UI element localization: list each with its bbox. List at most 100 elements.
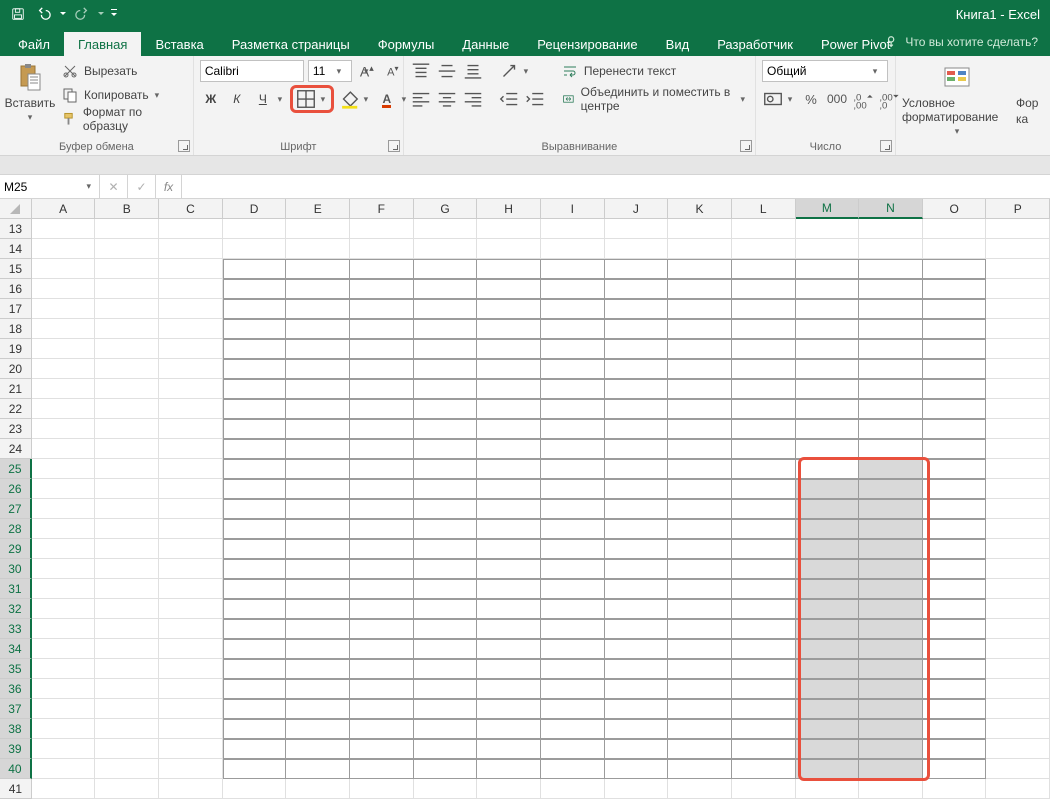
row-header[interactable]: 26 [0, 479, 32, 499]
cell[interactable] [796, 699, 860, 719]
cell[interactable] [477, 559, 541, 579]
cell[interactable] [414, 679, 478, 699]
cell[interactable] [223, 639, 287, 659]
cell[interactable] [286, 259, 350, 279]
chevron-down-icon[interactable]: ▾ [317, 94, 329, 105]
spreadsheet-grid[interactable]: ABCDEFGHIJKLMNOP 13141516171819202122232… [0, 199, 1050, 799]
cell[interactable] [286, 519, 350, 539]
cell[interactable] [95, 479, 159, 499]
cell[interactable] [668, 399, 732, 419]
cell[interactable] [796, 599, 860, 619]
cell[interactable] [605, 639, 669, 659]
row-header[interactable]: 24 [0, 439, 32, 459]
cell[interactable] [95, 559, 159, 579]
cell[interactable] [541, 319, 605, 339]
cell[interactable] [414, 519, 478, 539]
cell[interactable] [32, 419, 96, 439]
cell[interactable] [796, 479, 860, 499]
cell[interactable] [986, 659, 1050, 679]
cell[interactable] [732, 339, 796, 359]
cell[interactable] [414, 499, 478, 519]
cell[interactable] [796, 499, 860, 519]
row-header[interactable]: 21 [0, 379, 32, 399]
cell[interactable] [796, 419, 860, 439]
cell[interactable] [859, 519, 923, 539]
cell[interactable] [286, 659, 350, 679]
row-header[interactable]: 31 [0, 579, 32, 599]
cell[interactable] [350, 619, 414, 639]
cell[interactable] [541, 439, 605, 459]
cell[interactable] [605, 699, 669, 719]
cell[interactable] [732, 499, 796, 519]
cell[interactable] [286, 639, 350, 659]
cell[interactable] [859, 479, 923, 499]
cell[interactable] [668, 219, 732, 239]
paste-button[interactable]: Вставить ▾ [6, 60, 54, 123]
row-header[interactable]: 27 [0, 499, 32, 519]
cell[interactable] [986, 379, 1050, 399]
cell[interactable] [605, 239, 669, 259]
cell[interactable] [859, 779, 923, 799]
font-name-combo[interactable]: ▾ [200, 60, 304, 82]
row-header[interactable]: 29 [0, 539, 32, 559]
column-header[interactable]: C [159, 199, 223, 219]
number-format-combo[interactable]: ▾ [762, 60, 888, 82]
cell[interactable] [986, 459, 1050, 479]
cell[interactable] [923, 699, 987, 719]
cell[interactable] [32, 319, 96, 339]
cell[interactable] [668, 499, 732, 519]
cell[interactable] [286, 359, 350, 379]
cell[interactable] [286, 539, 350, 559]
cell[interactable] [477, 499, 541, 519]
cell[interactable] [986, 439, 1050, 459]
cell[interactable] [286, 419, 350, 439]
cell[interactable] [286, 459, 350, 479]
cell[interactable] [159, 379, 223, 399]
cell[interactable] [223, 759, 287, 779]
tab-pagelayout[interactable]: Разметка страницы [218, 32, 364, 56]
save-icon[interactable] [6, 3, 30, 25]
cell[interactable] [159, 719, 223, 739]
cell[interactable] [477, 719, 541, 739]
cell[interactable] [732, 759, 796, 779]
cell[interactable] [414, 759, 478, 779]
cell[interactable] [286, 279, 350, 299]
cell[interactable] [732, 739, 796, 759]
cell[interactable] [541, 659, 605, 679]
cell[interactable] [923, 319, 987, 339]
cell[interactable] [95, 499, 159, 519]
cell[interactable] [859, 559, 923, 579]
cell[interactable] [95, 679, 159, 699]
cell[interactable] [986, 539, 1050, 559]
decrease-indent-icon[interactable] [498, 88, 520, 110]
cell[interactable] [923, 219, 987, 239]
cell[interactable] [923, 379, 987, 399]
increase-font-icon[interactable]: A▴ [356, 60, 378, 82]
cell[interactable] [286, 479, 350, 499]
cell[interactable] [732, 559, 796, 579]
tab-home[interactable]: Главная [64, 32, 141, 56]
row-header[interactable]: 38 [0, 719, 32, 739]
cell[interactable] [859, 659, 923, 679]
row-header[interactable]: 18 [0, 319, 32, 339]
chevron-down-icon[interactable]: ▾ [82, 181, 95, 192]
cell[interactable] [541, 499, 605, 519]
cell[interactable] [477, 739, 541, 759]
cell[interactable] [605, 319, 669, 339]
cell[interactable] [159, 759, 223, 779]
fill-color-button[interactable]: ▾ [338, 88, 372, 110]
cell[interactable] [605, 279, 669, 299]
cell[interactable] [986, 699, 1050, 719]
thousands-icon[interactable]: 000 [826, 88, 848, 110]
cell[interactable] [859, 319, 923, 339]
cell[interactable] [541, 239, 605, 259]
decrease-font-icon[interactable]: A▾ [382, 60, 404, 82]
cell[interactable] [796, 219, 860, 239]
cell[interactable] [477, 319, 541, 339]
cell[interactable] [414, 359, 478, 379]
cell[interactable] [923, 299, 987, 319]
cell[interactable] [732, 279, 796, 299]
cell[interactable] [32, 659, 96, 679]
cell[interactable] [986, 679, 1050, 699]
cell[interactable] [95, 739, 159, 759]
